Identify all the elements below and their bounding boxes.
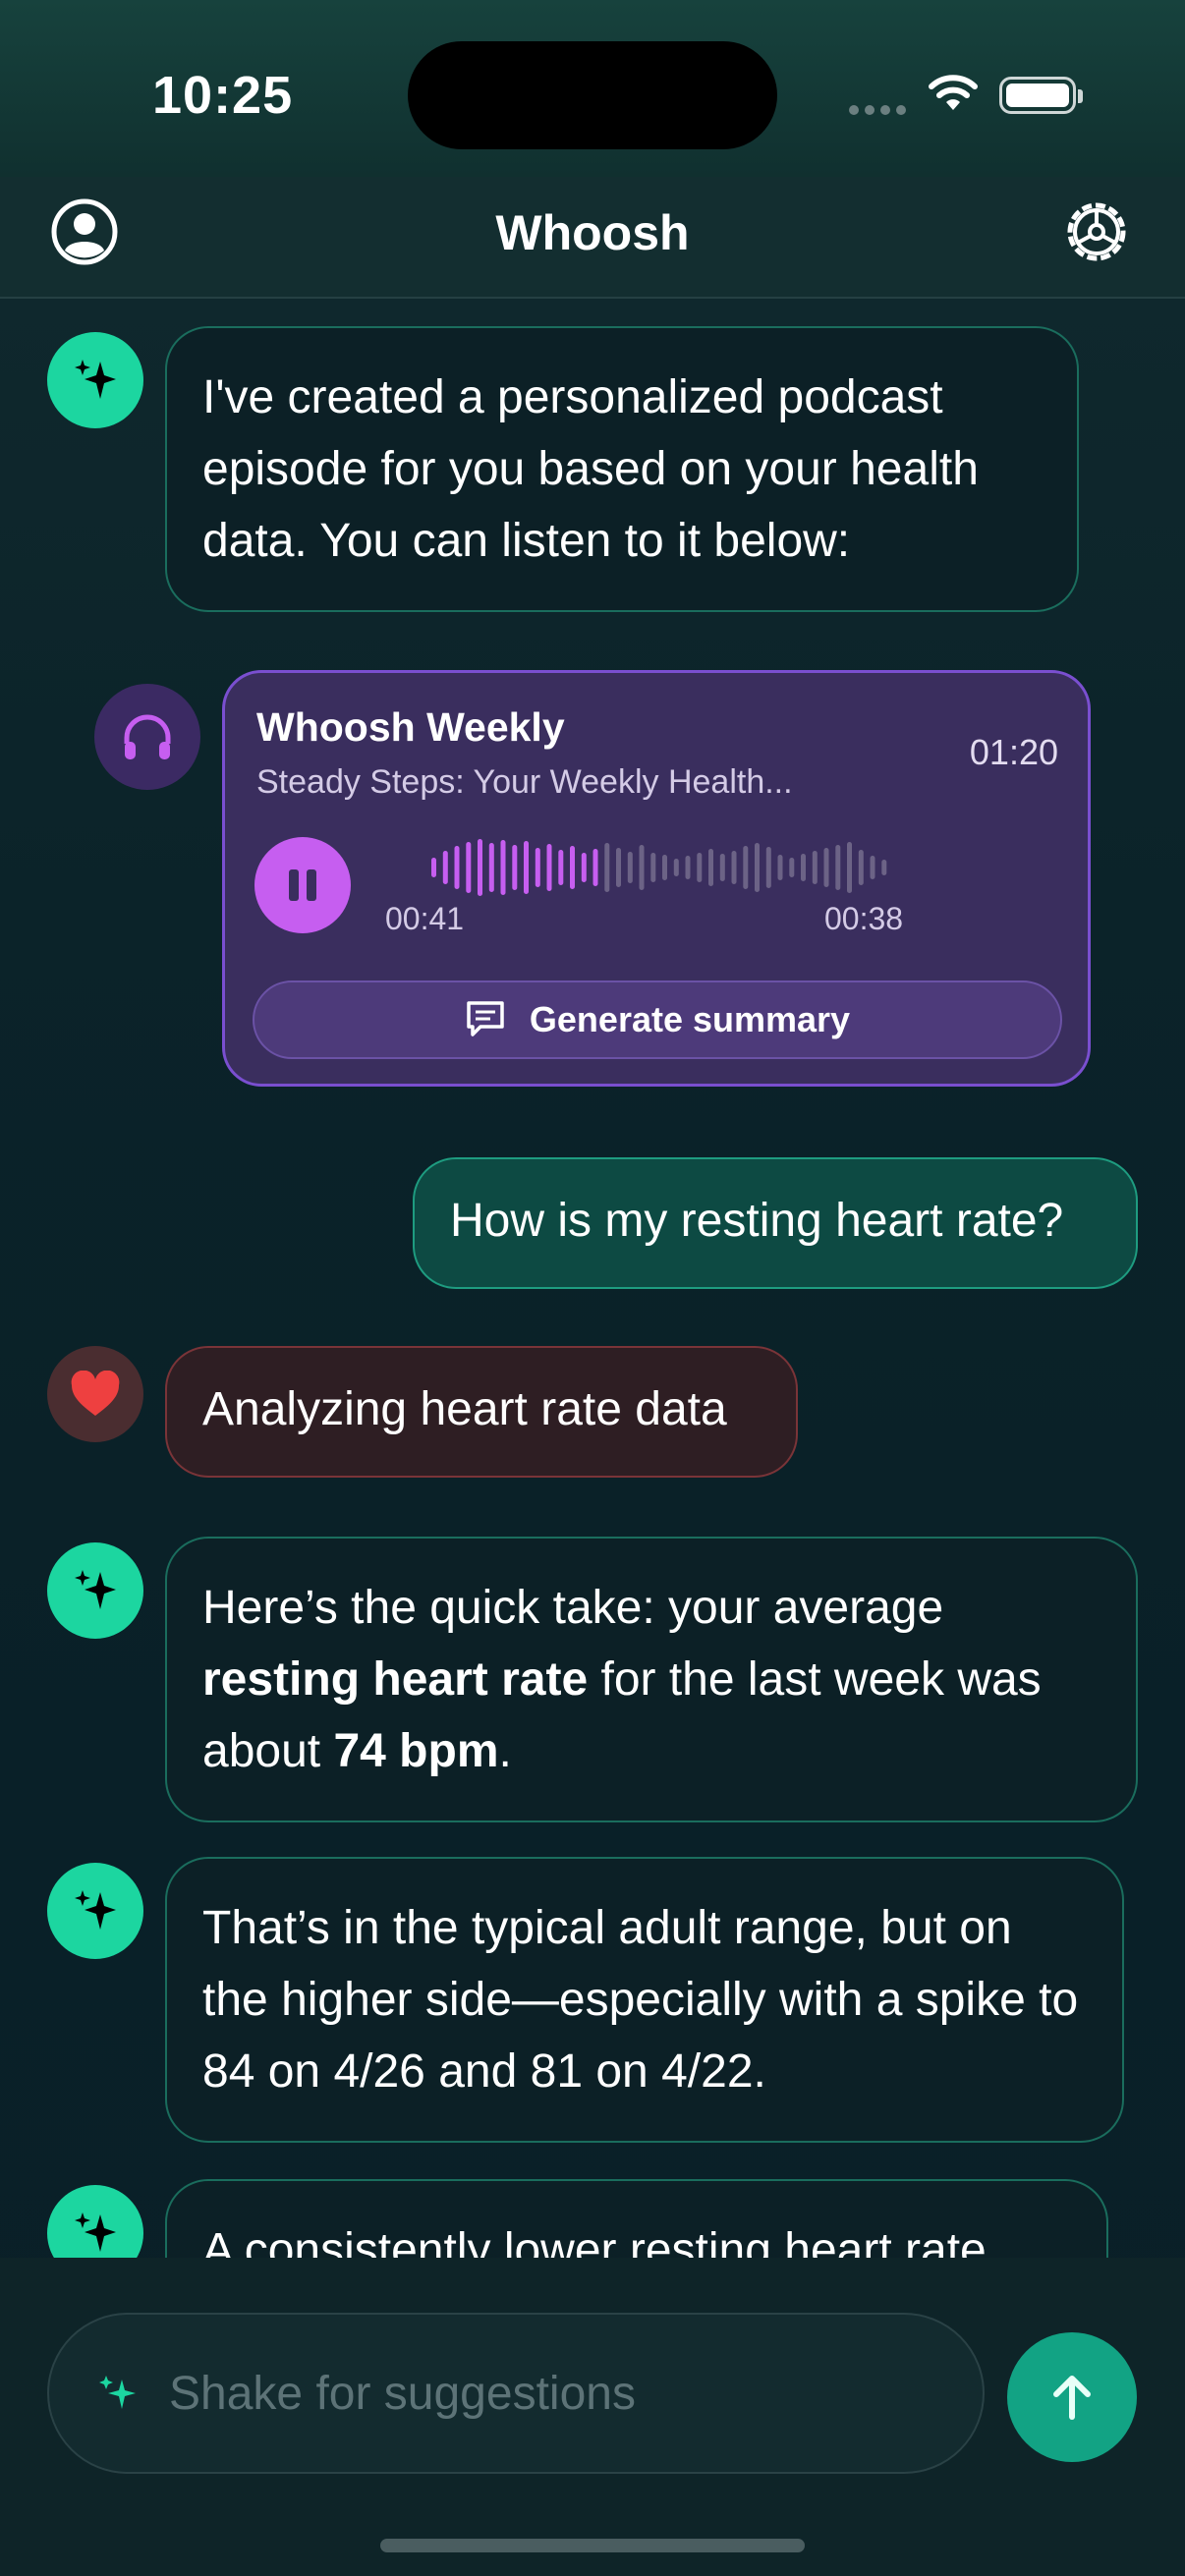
waveform-bar xyxy=(858,850,864,885)
waveform-bar xyxy=(812,851,818,884)
chat-icon xyxy=(467,1001,504,1036)
dynamic-island xyxy=(408,41,777,149)
waveform-bar xyxy=(662,855,667,880)
nav-bar: Whoosh xyxy=(0,177,1185,299)
pause-icon xyxy=(289,869,316,901)
waveform-bar xyxy=(535,848,540,887)
waveform-bar xyxy=(708,849,713,886)
waveform-bar xyxy=(881,860,887,875)
status-time: 10:25 xyxy=(152,66,294,125)
sparkle-icon xyxy=(75,1890,116,1930)
message-text: I've created a personalized podcast epis… xyxy=(202,371,979,567)
message-emphasis: resting heart rate xyxy=(202,1653,589,1706)
home-indicator xyxy=(380,2539,805,2552)
waveform-bar xyxy=(789,858,795,877)
waveform-bar xyxy=(765,847,771,888)
waveform-bar xyxy=(500,840,506,895)
wifi-icon xyxy=(929,75,978,110)
heart-avatar xyxy=(47,1346,143,1442)
sparkle-icon xyxy=(75,1570,116,1609)
waveform-bar xyxy=(604,843,610,892)
message-text: . xyxy=(498,1725,512,1777)
sparkle-icon xyxy=(99,2376,136,2409)
generate-summary-label: Generate summary xyxy=(529,999,851,1039)
page-title: Whoosh xyxy=(495,205,690,260)
assistant-message: Here’s the quick take: your average rest… xyxy=(165,1537,1138,1822)
waveform-bar xyxy=(627,852,633,883)
waveform-bar xyxy=(685,856,691,879)
waveform-bar xyxy=(592,849,598,886)
arrow-up-icon xyxy=(1053,2376,1091,2420)
waveform-bar xyxy=(847,842,852,893)
pause-button[interactable] xyxy=(254,837,351,933)
waveform-bar xyxy=(673,859,679,876)
heart-icon xyxy=(71,1371,120,1416)
waveform-bar xyxy=(558,850,564,885)
generate-summary-button[interactable]: Generate summary xyxy=(253,980,1062,1059)
waveform-bar xyxy=(546,844,552,891)
waveform-bar xyxy=(478,839,482,896)
waveform-bar xyxy=(697,853,703,882)
assistant-message: I've created a personalized podcast epis… xyxy=(165,326,1079,612)
podcast-episode-title: Steady Steps: Your Weekly Health... xyxy=(256,763,793,801)
message-text: That’s in the typical adult range, but o… xyxy=(202,1902,1079,2098)
message-text: How is my resting heart rate? xyxy=(450,1195,1064,1247)
podcast-avatar xyxy=(94,684,200,790)
waveform-bar xyxy=(524,841,529,894)
waveform-bar xyxy=(570,846,575,889)
podcast-title: Whoosh Weekly xyxy=(256,704,565,750)
remaining-time: 00:38 xyxy=(824,901,904,936)
assistant-avatar xyxy=(47,332,143,428)
message-text: Here’s the quick take: your average xyxy=(202,1582,944,1634)
podcast-duration: 01:20 xyxy=(969,732,1058,772)
assistant-message: That’s in the typical adult range, but o… xyxy=(165,1857,1124,2143)
waveform-bar xyxy=(639,845,645,890)
waveform-bar xyxy=(731,851,737,884)
waveform-bar xyxy=(581,853,587,882)
waveform-bar xyxy=(755,843,760,892)
waveform-scrubber[interactable] xyxy=(429,830,891,905)
elapsed-time: 00:41 xyxy=(385,901,465,936)
cellular-signal-icon xyxy=(849,102,912,120)
podcast-player-card: Whoosh Weekly Steady Steps: Your Weekly … xyxy=(222,670,1091,1087)
waveform-bar xyxy=(431,858,436,877)
settings-icon[interactable] xyxy=(1061,196,1132,267)
assistant-avatar xyxy=(47,1542,143,1639)
waveform-bar xyxy=(777,855,783,880)
waveform-bar xyxy=(616,848,621,887)
status-message: Analyzing heart rate data xyxy=(165,1346,798,1478)
waveform-bar xyxy=(454,846,460,889)
message-emphasis: 74 bpm xyxy=(333,1725,499,1777)
waveform-bar xyxy=(650,853,656,882)
message-input[interactable] xyxy=(167,2365,977,2422)
message-input-container[interactable] xyxy=(47,2313,985,2474)
waveform-bar xyxy=(823,848,829,887)
waveform-bar xyxy=(488,843,494,892)
sparkle-icon xyxy=(75,360,116,399)
user-message: How is my resting heart rate? xyxy=(413,1157,1138,1289)
waveform-bar xyxy=(442,851,448,884)
waveform-bar xyxy=(512,845,518,890)
send-button[interactable] xyxy=(1007,2332,1137,2462)
waveform-bar xyxy=(466,842,472,893)
waveform-bar xyxy=(801,854,806,881)
message-text: Analyzing heart rate data xyxy=(202,1383,727,1435)
status-bar: 10:25 xyxy=(0,0,1185,177)
waveform-bar xyxy=(835,845,841,890)
waveform-bar xyxy=(870,856,875,879)
battery-icon xyxy=(999,77,1083,114)
assistant-avatar xyxy=(47,1863,143,1959)
headphones-icon xyxy=(124,714,171,759)
waveform-bar xyxy=(719,854,725,881)
sparkle-icon xyxy=(75,2212,116,2252)
waveform-bar xyxy=(743,846,749,889)
